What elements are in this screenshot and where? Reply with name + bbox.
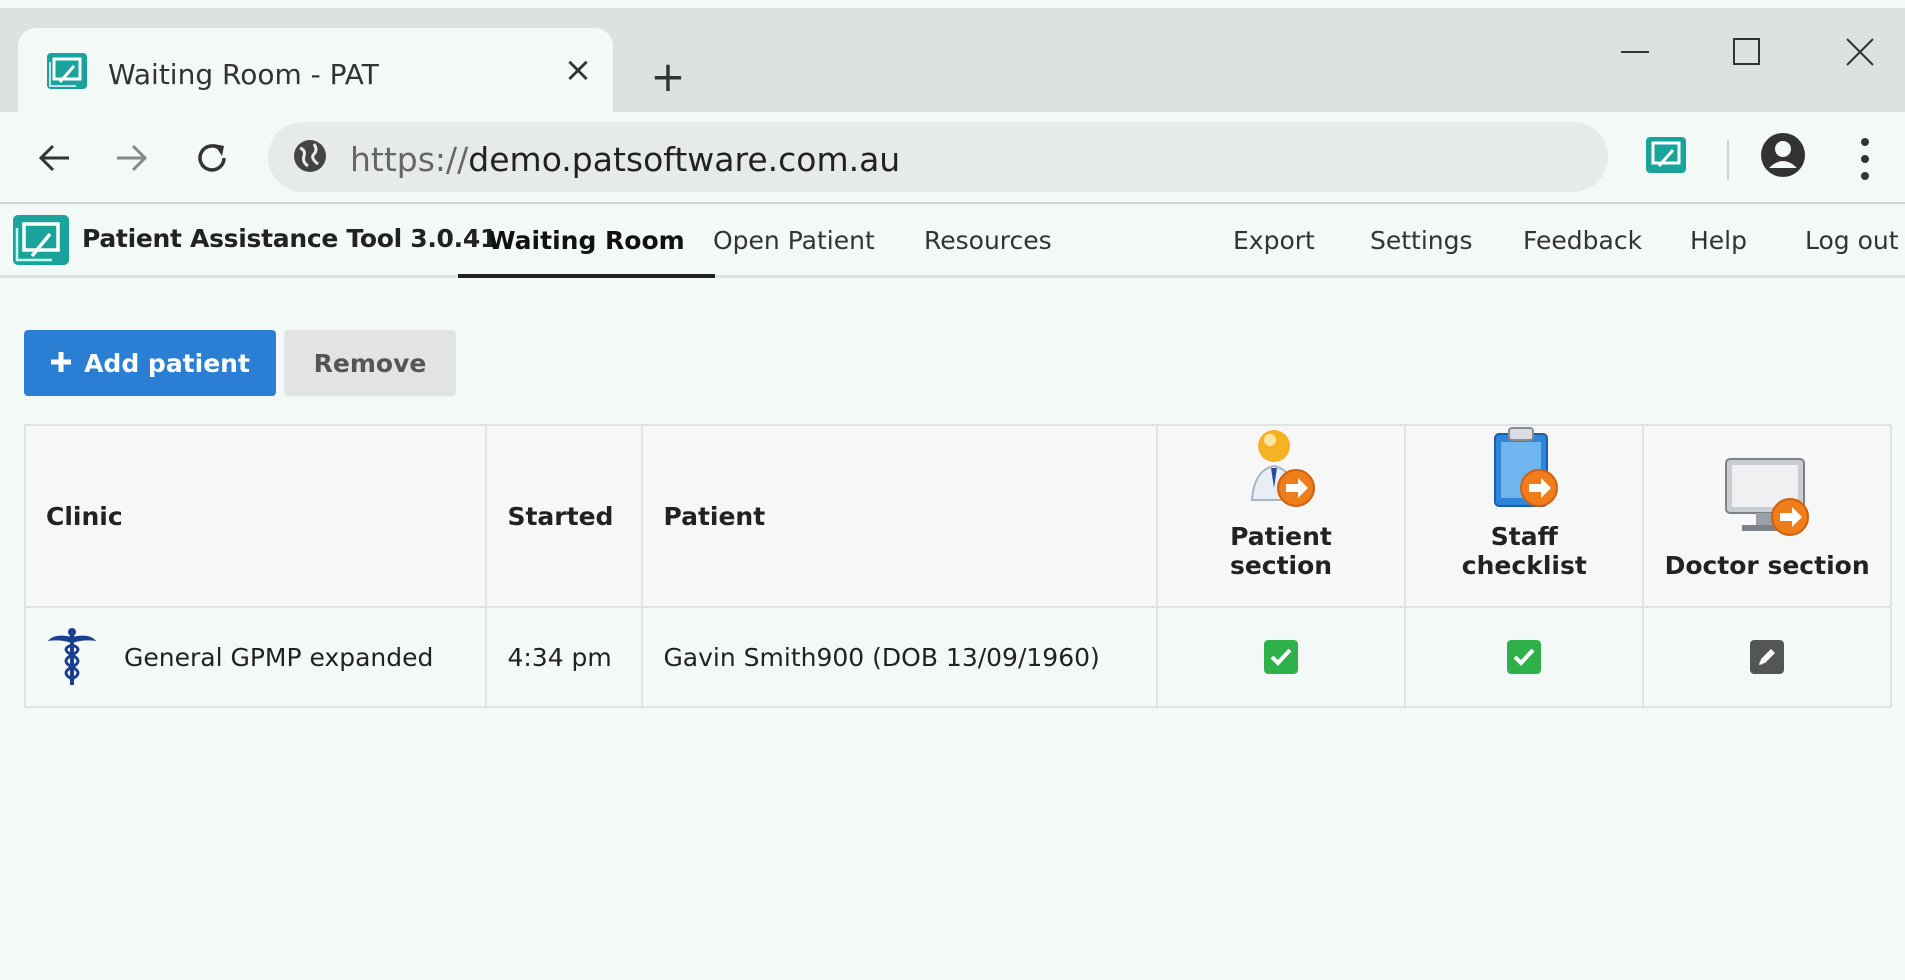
header-patient-section-label: Patient section xyxy=(1229,522,1333,580)
url-text: https://demo.patsoftware.com.au xyxy=(350,140,901,179)
address-bar[interactable]: https://demo.patsoftware.com.au xyxy=(268,122,1608,192)
cell-patient[interactable]: Gavin Smith900 (DOB 13/09/1960) xyxy=(641,606,1158,708)
app-navbar: Patient Assistance Tool 3.0.41 Waiting R… xyxy=(0,204,1905,278)
globe-icon xyxy=(292,138,328,178)
table-row[interactable]: General GPMP expanded 4:34 pm Gavin Smit… xyxy=(23,606,1892,708)
waiting-room-table: Clinic Started Patient Patient section S… xyxy=(23,424,1892,708)
header-doctor-section[interactable]: Doctor section xyxy=(1642,424,1892,608)
nav-help[interactable]: Help xyxy=(1660,204,1777,278)
toolbar-divider xyxy=(1727,140,1729,180)
minimize-icon[interactable] xyxy=(1610,30,1660,74)
cell-doctor-section[interactable] xyxy=(1642,606,1892,708)
browser-toolbar: https://demo.patsoftware.com.au xyxy=(0,112,1905,204)
remove-label: Remove xyxy=(313,348,427,378)
caduceus-icon xyxy=(48,628,96,685)
add-patient-button[interactable]: Add patient xyxy=(24,330,276,396)
pat-extension-icon[interactable] xyxy=(1645,136,1687,178)
nav-waiting-room[interactable]: Waiting Room xyxy=(458,204,715,278)
maximize-icon[interactable] xyxy=(1722,30,1772,74)
nav-log-out[interactable]: Log out xyxy=(1775,204,1905,278)
remove-button[interactable]: Remove xyxy=(284,330,456,396)
header-clinic[interactable]: Clinic xyxy=(23,424,488,608)
back-icon[interactable] xyxy=(26,130,82,186)
doctor-section-icon xyxy=(1725,458,1810,536)
close-window-icon[interactable] xyxy=(1835,30,1885,74)
reload-icon[interactable] xyxy=(184,130,240,186)
browser-tab[interactable]: Waiting Room - PAT × xyxy=(18,28,613,120)
pat-logo-icon[interactable] xyxy=(12,214,70,270)
staff-checklist-checkbox-icon[interactable] xyxy=(1507,640,1542,674)
header-staff-checklist[interactable]: Staff checklist xyxy=(1404,424,1645,608)
nav-export[interactable]: Export xyxy=(1203,204,1345,278)
browser-menu-icon[interactable] xyxy=(1850,134,1880,184)
tab-close-icon[interactable]: × xyxy=(558,50,598,90)
table-header-row: Clinic Started Patient Patient section S… xyxy=(23,424,1892,608)
profile-icon[interactable] xyxy=(1760,132,1806,182)
nav-feedback[interactable]: Feedback xyxy=(1493,204,1672,278)
nav-settings[interactable]: Settings xyxy=(1340,204,1503,278)
browser-tabstrip: Waiting Room - PAT × + xyxy=(0,0,1905,120)
cell-clinic[interactable]: General GPMP expanded xyxy=(23,606,488,708)
nav-resources[interactable]: Resources xyxy=(894,204,1082,278)
header-staff-checklist-label: Staff checklist xyxy=(1461,522,1587,580)
header-patient-section[interactable]: Patient section xyxy=(1155,424,1407,608)
tab-title: Waiting Room - PAT xyxy=(108,58,379,91)
patient-section-checkbox-icon[interactable] xyxy=(1264,640,1299,674)
forward-icon[interactable] xyxy=(104,130,160,186)
edit-icon[interactable] xyxy=(1750,640,1785,674)
patient-section-icon xyxy=(1250,430,1316,507)
clinic-name: General GPMP expanded xyxy=(124,642,434,672)
pat-logo-icon xyxy=(46,52,88,90)
nav-open-patient[interactable]: Open Patient xyxy=(683,204,905,278)
add-patient-label: Add patient xyxy=(84,348,250,378)
header-started[interactable]: Started xyxy=(485,424,644,608)
header-doctor-section-label: Doctor section xyxy=(1664,551,1870,580)
cell-started: 4:34 pm xyxy=(485,606,644,708)
staff-checklist-icon xyxy=(1494,427,1559,507)
cell-staff-checklist[interactable] xyxy=(1404,606,1645,708)
new-tab-button[interactable]: + xyxy=(645,54,691,100)
header-patient[interactable]: Patient xyxy=(641,424,1158,608)
cell-patient-section[interactable] xyxy=(1155,606,1407,708)
plus-icon xyxy=(50,346,72,381)
app-title: Patient Assistance Tool 3.0.41 xyxy=(82,224,498,253)
